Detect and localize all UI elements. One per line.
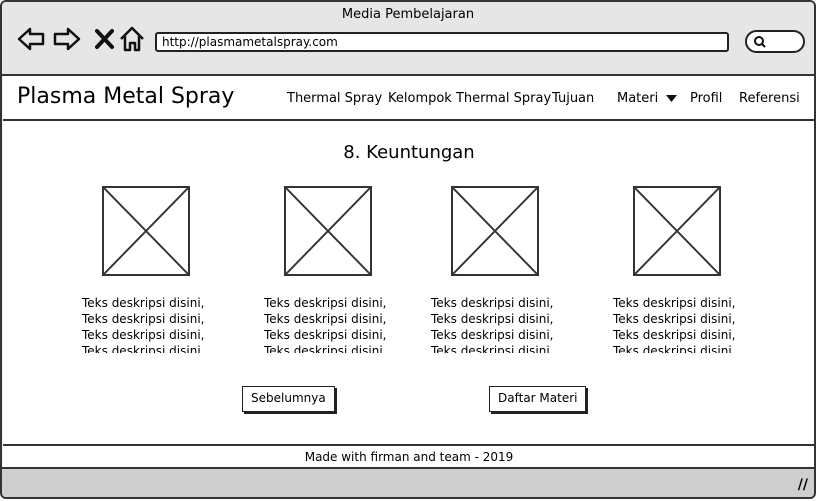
back-arrow-icon[interactable] — [16, 24, 46, 54]
daftar-materi-button[interactable]: Daftar Materi — [489, 386, 587, 412]
site-brand[interactable]: Plasma Metal Spray — [17, 84, 234, 109]
chevron-down-icon — [666, 95, 678, 102]
card-description: Teks deskripsi disini, Teks deskripsi di… — [431, 296, 554, 353]
address-bar[interactable]: http://plasmametalspray.com — [155, 32, 729, 52]
status-bar: // — [2, 467, 814, 497]
stop-icon[interactable] — [90, 24, 120, 54]
image-placeholder-icon — [284, 186, 372, 276]
nav-referensi[interactable]: Referensi — [739, 91, 800, 106]
nav-materi-label: Materi — [617, 91, 659, 106]
nav-thermal-spray[interactable]: Thermal Spray — [287, 91, 382, 106]
search-icon — [754, 36, 766, 48]
search-field[interactable] — [745, 30, 805, 53]
card-description: Teks deskripsi disini, Teks deskripsi di… — [613, 296, 736, 353]
image-placeholder-icon — [102, 186, 190, 276]
forward-arrow-icon[interactable] — [52, 24, 82, 54]
nav-profil[interactable]: Profil — [690, 91, 722, 106]
card-description: Teks deskripsi disini, Teks deskripsi di… — [264, 296, 387, 353]
window-title: Media Pembelajaran — [341, 7, 475, 22]
card-description: Teks deskripsi disini, Teks deskripsi di… — [82, 296, 205, 353]
nav-materi-dropdown[interactable]: Materi — [617, 91, 678, 106]
image-placeholder-icon — [451, 186, 539, 276]
browser-toolbar: Media Pembelajaran http://plasmametalspr… — [2, 2, 814, 76]
resize-grip-icon[interactable]: // — [798, 477, 808, 493]
nav-kelompok-thermal-spray[interactable]: Kelompok Thermal Spray — [388, 91, 551, 106]
page-content: Plasma Metal Spray Thermal Spray Kelompo… — [3, 76, 814, 470]
previous-button[interactable]: Sebelumnya — [242, 386, 335, 412]
nav-tujuan[interactable]: Tujuan — [552, 91, 594, 106]
home-icon[interactable] — [118, 24, 148, 54]
page-title: 8. Keuntungan — [343, 142, 475, 163]
image-placeholder-icon — [633, 186, 721, 276]
site-header: Plasma Metal Spray Thermal Spray Kelompo… — [3, 76, 814, 121]
browser-window: Media Pembelajaran http://plasmametalspr… — [0, 0, 816, 499]
